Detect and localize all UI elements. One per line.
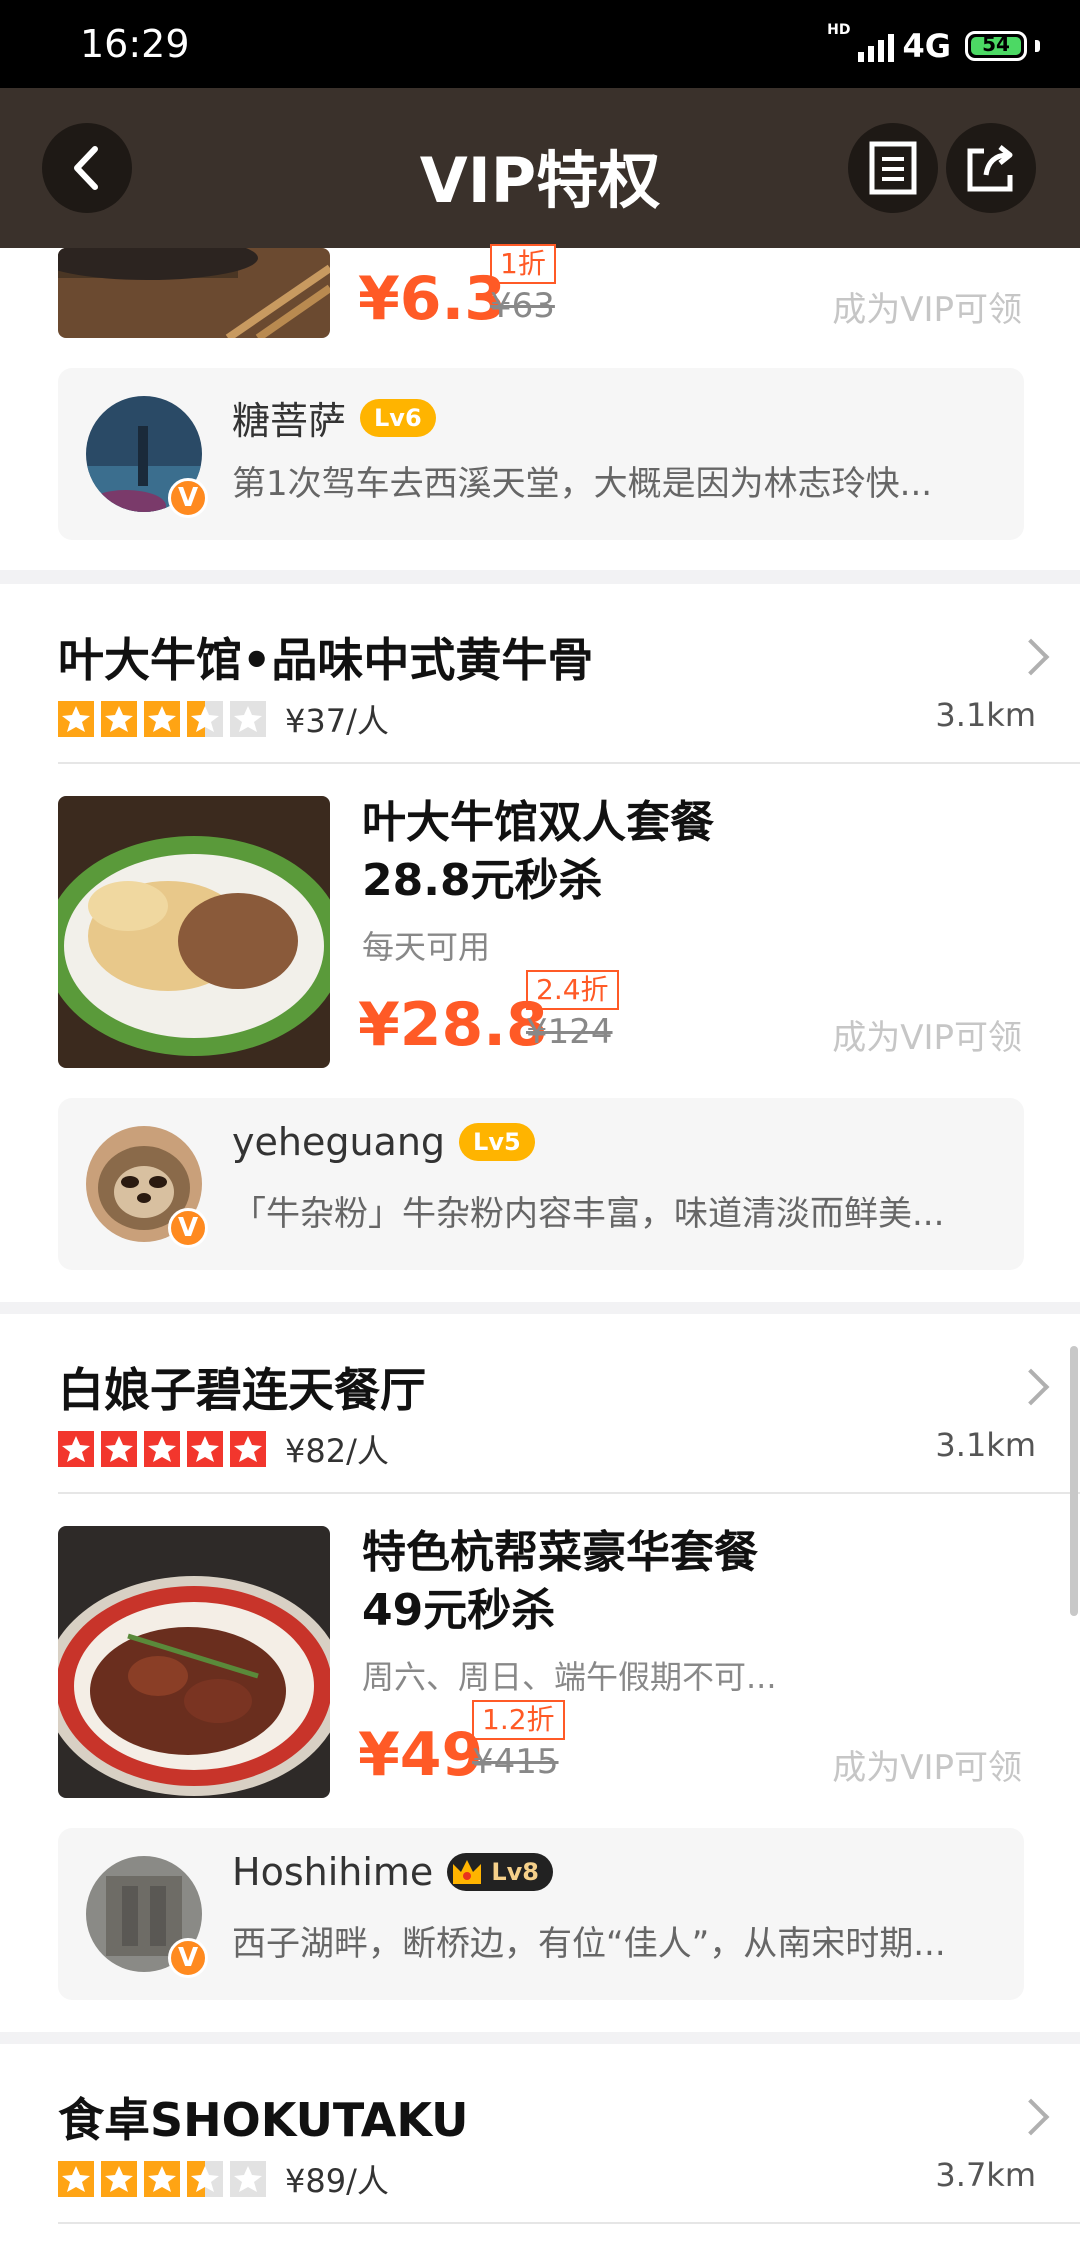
level-badge: Lv6 (360, 398, 436, 437)
original-price: ¥63 (490, 286, 555, 326)
review-text: 西子湖畔，断桥边，有位“佳人”，从南宋时期... (232, 1924, 946, 1964)
average-price: ¥82/人 (285, 1432, 389, 1470)
divider (58, 2222, 1080, 2224)
star-full-icon (144, 2161, 180, 2197)
restaurant-name[interactable]: 叶大牛馆•品味中式黄牛骨 (58, 624, 593, 690)
level-label: Lv8 (491, 1858, 539, 1886)
restaurant-card: 食卓SHOKUTAKU ¥89/人 3.7km (0, 2044, 1080, 2248)
battery-tip (1035, 40, 1040, 52)
chevron-right-icon[interactable] (1012, 2098, 1050, 2136)
network-type: 4G (902, 27, 951, 65)
star-full-icon (187, 1431, 223, 1467)
deal-title-line1[interactable]: 特色杭帮菜豪华套餐 (362, 1524, 758, 1582)
status-indicators: HD 4G 54 (827, 22, 1040, 66)
review-username: 糖菩萨 (232, 399, 347, 443)
restaurant-name[interactable]: 食卓SHOKUTAKU (58, 2084, 469, 2150)
scrollbar[interactable] (1070, 1346, 1078, 1616)
review-username: Hoshihime (232, 1850, 434, 1894)
notes-button[interactable] (848, 123, 938, 213)
star-full-icon (230, 1431, 266, 1467)
original-price: ¥415 (472, 1742, 559, 1782)
restaurant-card: 白娘子碧连天餐厅 ¥82/人 3.1km 特色杭帮菜豪华套餐 49元秒杀 周六、… (0, 1314, 1080, 2032)
share-icon (967, 145, 1013, 192)
distance: 3.1km (935, 1426, 1036, 1464)
star-full-icon (101, 1431, 137, 1467)
star-full-icon (58, 2161, 94, 2197)
star-empty-icon (230, 2161, 266, 2197)
star-full-icon (144, 701, 180, 737)
status-time: 16:29 (80, 22, 190, 66)
deal-image[interactable] (58, 796, 330, 1068)
chevron-right-icon[interactable] (1012, 638, 1050, 676)
deal-title-line2[interactable]: 49元秒杀 (362, 1582, 555, 1640)
share-button[interactable] (946, 123, 1036, 213)
rating-stars: ¥37/人 (58, 696, 389, 742)
vip-claim-label[interactable]: 成为VIP可领 (832, 282, 1022, 331)
rating-stars: ¥89/人 (58, 2156, 389, 2202)
deal-price: ¥6.3 (358, 264, 507, 334)
vip-claim-label[interactable]: 成为VIP可领 (832, 1010, 1022, 1059)
deal-availability: 周六、周日、端午假期不可... (362, 1658, 777, 1696)
level-badge: Lv5 (459, 1123, 535, 1161)
hd-label: HD (827, 22, 851, 38)
deal-image[interactable] (58, 1526, 330, 1798)
divider (58, 762, 1080, 764)
average-price: ¥89/人 (285, 2162, 389, 2200)
battery-level: 54 (982, 32, 1010, 56)
document-icon (869, 141, 917, 195)
verified-icon: V (168, 1208, 208, 1248)
deal-card-partial[interactable]: 1折 ¥6.3 ¥63 成为VIP可领 V 糖菩萨 Lv6 第1次驾车去西溪天堂… (0, 244, 1080, 570)
level-badge: Lv8 (447, 1853, 553, 1891)
average-price: ¥37/人 (285, 702, 389, 740)
discount-tag: 1.2折 (472, 1700, 565, 1740)
deal-price: ¥49 (358, 1720, 484, 1790)
review-card[interactable]: V 糖菩萨 Lv6 第1次驾车去西溪天堂，大概是因为林志玲快... (58, 368, 1024, 540)
star-empty-icon (230, 701, 266, 737)
crown-icon (453, 1860, 482, 1884)
distance: 3.1km (935, 696, 1036, 734)
deal-title-line1[interactable]: 叶大牛馆双人套餐 (362, 794, 714, 852)
review-card[interactable]: V Hoshihime Lv8 西子湖畔，断桥边，有位“佳人”，从南宋时期... (58, 1828, 1024, 2000)
star-half-icon (187, 701, 223, 737)
deal-title-line2[interactable]: 28.8元秒杀 (362, 852, 603, 910)
review-card[interactable]: V yeheguang Lv5 「牛杂粉」牛杂粉内容丰富，味道清淡而鲜美... (58, 1098, 1024, 1270)
deal-availability: 每天可用 (362, 928, 491, 966)
review-text: 「牛杂粉」牛杂粉内容丰富，味道清淡而鲜美... (232, 1194, 945, 1234)
review-username: yeheguang (232, 1120, 446, 1164)
distance: 3.7km (935, 2156, 1036, 2194)
title-bar: VIP特权 (0, 88, 1080, 248)
star-full-icon (101, 701, 137, 737)
star-full-icon (58, 1431, 94, 1467)
verified-icon: V (168, 478, 208, 518)
star-full-icon (101, 2161, 137, 2197)
divider (58, 1492, 1080, 1494)
verified-icon: V (168, 1938, 208, 1978)
rating-stars: ¥82/人 (58, 1426, 389, 1472)
signal-icon (858, 30, 895, 62)
star-half-icon (187, 2161, 223, 2197)
star-full-icon (58, 701, 94, 737)
deal-price: ¥28.8 (358, 990, 548, 1060)
original-price: ¥124 (526, 1012, 613, 1052)
chevron-right-icon[interactable] (1012, 1368, 1050, 1406)
restaurant-name[interactable]: 白娘子碧连天餐厅 (58, 1354, 426, 1420)
review-text: 第1次驾车去西溪天堂，大概是因为林志玲快... (232, 464, 933, 504)
restaurant-card: 叶大牛馆•品味中式黄牛骨 ¥37/人 3.1km 叶大牛馆双人套餐 28.8元秒… (0, 584, 1080, 1302)
battery-icon: 54 (965, 31, 1027, 61)
status-bar: 16:29 HD 4G 54 (0, 0, 1080, 88)
star-full-icon (144, 1431, 180, 1467)
vip-claim-label[interactable]: 成为VIP可领 (832, 1740, 1022, 1789)
deal-image (58, 248, 330, 338)
